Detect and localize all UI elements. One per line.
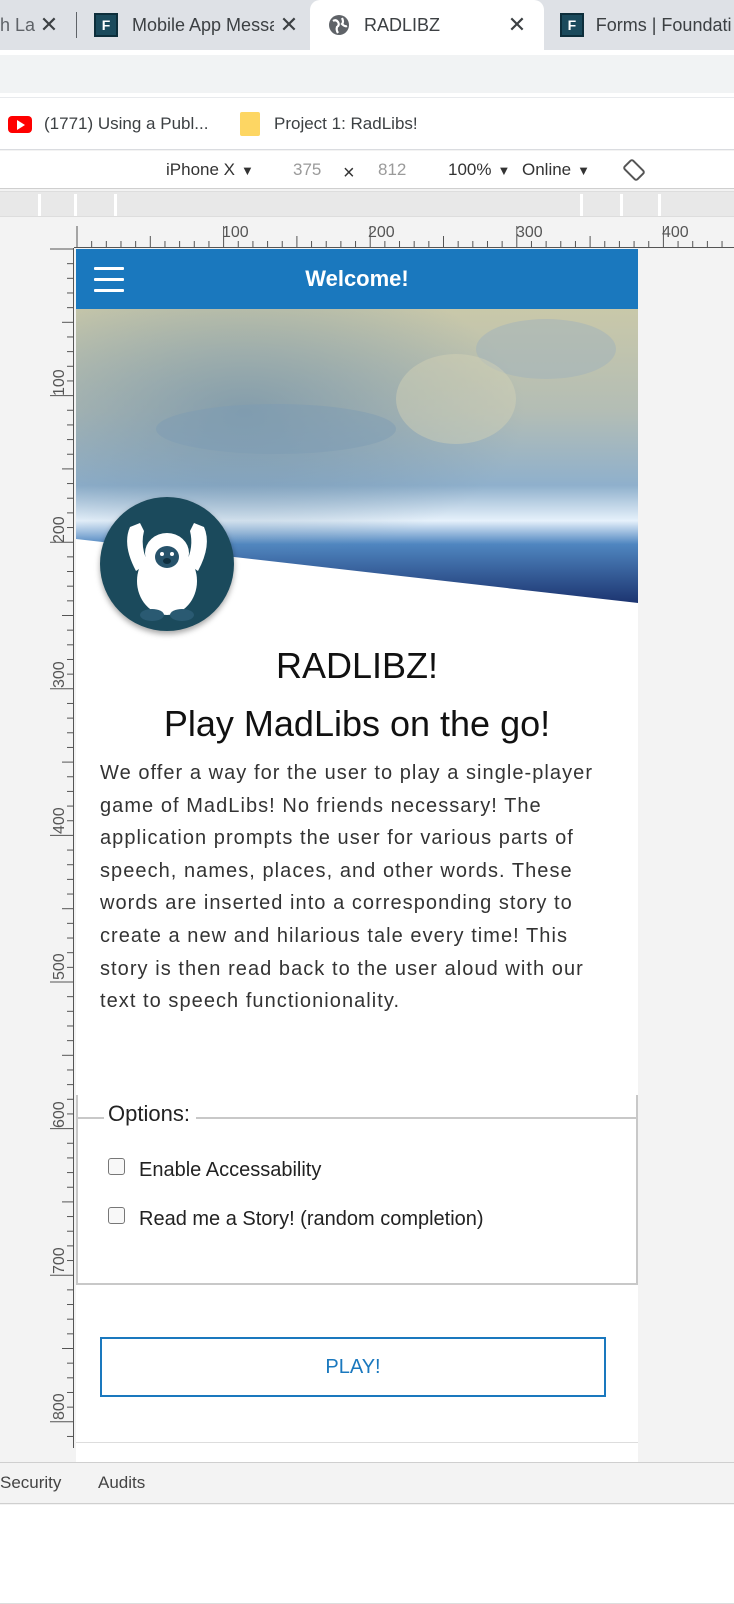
tab-radlibz[interactable]: RADLIBZ ✕ bbox=[310, 0, 544, 50]
dropdown-caret-icon: ▼ bbox=[577, 163, 591, 178]
ruler-label: 100 bbox=[51, 369, 68, 396]
viewport-divider bbox=[76, 1442, 638, 1443]
options-fieldset: Options: Enable Accessability Read me a … bbox=[76, 1095, 638, 1285]
media-query-marker[interactable] bbox=[580, 194, 583, 216]
zoom-value: 100% bbox=[448, 160, 492, 179]
ruler-label: 200 bbox=[368, 224, 395, 241]
option-accessibility[interactable]: Enable Accessability bbox=[108, 1158, 322, 1182]
vertical-ruler: 100 200 300 400 500 600 700 800 bbox=[50, 248, 74, 1448]
ruler-label: 100 bbox=[222, 224, 249, 241]
tab-separator bbox=[76, 12, 77, 38]
bookmark-label: Project 1: RadLibs! bbox=[274, 114, 418, 133]
tab-partial[interactable]: h Lal ✕ bbox=[0, 0, 76, 50]
network-value: Online bbox=[522, 160, 572, 179]
media-query-marker[interactable] bbox=[658, 194, 661, 216]
device-viewport: Welcome! RADLIBZ! Play MadLibs on the go… bbox=[76, 249, 638, 1473]
ruler-label: 800 bbox=[51, 1393, 68, 1420]
network-select[interactable]: Online ▼ bbox=[522, 160, 590, 180]
bookmark-youtube[interactable]: (1771) Using a Publ... bbox=[8, 98, 208, 150]
close-icon[interactable]: ✕ bbox=[504, 12, 530, 38]
youtube-icon bbox=[8, 115, 32, 133]
height-input[interactable]: 812 bbox=[378, 160, 406, 180]
bookmark-page-icon bbox=[240, 112, 260, 136]
media-query-marker[interactable] bbox=[74, 194, 77, 216]
app-header: Welcome! bbox=[76, 249, 638, 309]
horizontal-ruler: 100 200 300 400 bbox=[74, 224, 734, 248]
tab-title: Mobile App Messa bbox=[132, 14, 274, 35]
bookmarks-bar: (1771) Using a Publ... Project 1: RadLib… bbox=[0, 98, 734, 150]
foundation-favicon-icon: F bbox=[560, 13, 584, 37]
address-bar[interactable] bbox=[0, 55, 734, 93]
ruler-label: 300 bbox=[51, 661, 68, 688]
media-query-marker[interactable] bbox=[620, 194, 623, 216]
media-query-marker[interactable] bbox=[38, 194, 41, 216]
foundation-favicon-icon: F bbox=[94, 13, 118, 37]
app-subtitle: Play MadLibs on the go! bbox=[163, 703, 551, 744]
ruler-label: 500 bbox=[51, 953, 68, 980]
tab-forms-foundation[interactable]: F Forms | Foundati bbox=[548, 0, 734, 50]
app-description: We offer a way for the user to play a si… bbox=[100, 762, 594, 1013]
play-button[interactable]: PLAY! bbox=[100, 1337, 606, 1397]
globe-icon bbox=[329, 15, 349, 35]
times-icon: × bbox=[343, 162, 355, 184]
close-icon[interactable]: ✕ bbox=[276, 12, 302, 38]
ruler-label: 400 bbox=[662, 224, 689, 241]
accessibility-checkbox[interactable] bbox=[108, 1158, 125, 1175]
media-query-marker[interactable] bbox=[114, 194, 117, 216]
rotate-icon[interactable] bbox=[622, 158, 646, 182]
dropdown-caret-icon: ▼ bbox=[241, 163, 254, 178]
bookmark-project[interactable]: Project 1: RadLibs! bbox=[240, 98, 418, 150]
ruler-label: 600 bbox=[51, 1101, 68, 1128]
close-icon[interactable]: ✕ bbox=[36, 12, 62, 38]
app-title: RADLIBZ! bbox=[275, 645, 439, 686]
read-story-checkbox[interactable] bbox=[108, 1207, 125, 1224]
width-input[interactable]: 375 bbox=[293, 160, 321, 180]
bookmark-label: (1771) Using a Publ... bbox=[44, 114, 209, 133]
device-name: iPhone X bbox=[166, 160, 235, 179]
header-title: Welcome! bbox=[305, 266, 409, 291]
options-legend: Options: bbox=[104, 1101, 196, 1127]
ruler-label: 300 bbox=[516, 224, 543, 241]
ruler-ticks bbox=[76, 226, 723, 248]
dropdown-caret-icon: ▼ bbox=[497, 163, 511, 178]
option-read-story[interactable]: Read me a Story! (random completion) bbox=[108, 1207, 484, 1231]
device-toolbar: iPhone X ▼ 375 × 812 100% ▼ Online ▼ bbox=[0, 151, 734, 189]
yeti-logo bbox=[100, 497, 234, 631]
devtools-tab-security[interactable]: Security bbox=[0, 1473, 61, 1493]
option-label: Enable Accessability bbox=[139, 1159, 322, 1181]
ruler-label: 200 bbox=[51, 516, 68, 543]
option-label: Read me a Story! (random completion) bbox=[139, 1208, 484, 1230]
ruler-label: 400 bbox=[51, 807, 68, 834]
yeti-icon bbox=[127, 523, 207, 621]
hamburger-menu-icon[interactable] bbox=[94, 267, 124, 293]
address-bar-row bbox=[0, 50, 734, 98]
tab-title: RADLIBZ bbox=[364, 14, 441, 35]
devtools-tab-bar: Security Audits bbox=[0, 1462, 734, 1504]
media-query-bar bbox=[0, 191, 734, 217]
ruler-label: 700 bbox=[51, 1247, 68, 1274]
devtools-tab-audits[interactable]: Audits bbox=[98, 1473, 145, 1493]
tab-title: Forms | Foundati bbox=[595, 14, 732, 35]
tab-strip: h Lal ✕ F Mobile App Messa ✕ RADLIBZ ✕ F… bbox=[0, 0, 734, 50]
zoom-select[interactable]: 100% ▼ bbox=[448, 160, 510, 180]
device-select[interactable]: iPhone X ▼ bbox=[166, 160, 254, 180]
tab-mobile-app[interactable]: F Mobile App Messa ✕ bbox=[86, 0, 308, 50]
devtools-panel bbox=[0, 1505, 734, 1604]
tab-title: h Lal bbox=[0, 14, 36, 35]
